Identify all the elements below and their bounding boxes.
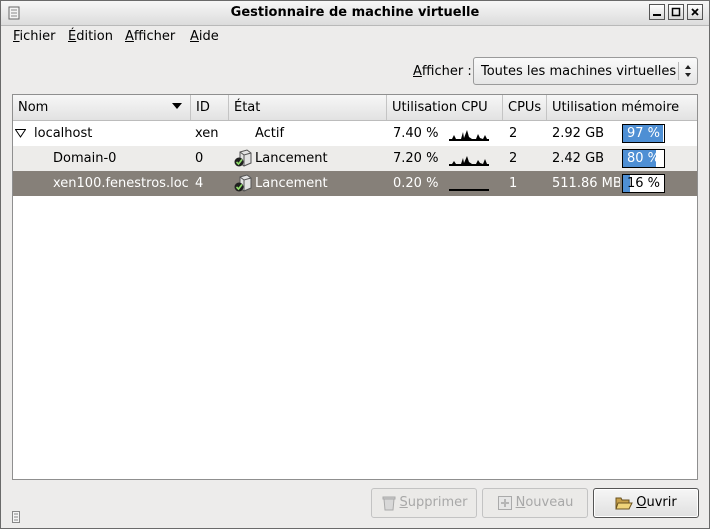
column-header-cpus[interactable]: CPUs [503, 95, 547, 120]
column-label-nom: Nom [18, 100, 49, 115]
row-memory: 511.86 MB [552, 176, 620, 191]
cpu-sparkline [449, 156, 489, 166]
maximize-icon[interactable] [668, 4, 684, 20]
memory-bar: 97 % [622, 124, 665, 143]
combo-separator [678, 62, 679, 80]
column-label-cpus: CPUs [508, 100, 542, 115]
column-header-memoire[interactable]: Utilisation mémoire [547, 95, 697, 120]
new-vm-icon [497, 495, 512, 510]
column-label-id: ID [196, 100, 210, 115]
trash-icon [382, 496, 395, 510]
row-id: 0 [195, 151, 204, 166]
column-label-cpu: Utilisation CPU [392, 100, 488, 115]
menu-aide-label: ide [198, 29, 219, 44]
menu-bar: Fichier Édition Afficher Aide [1, 26, 709, 50]
column-header-id[interactable]: ID [191, 95, 229, 120]
menu-edition-label: dition [76, 29, 113, 44]
cpu-sparkline [449, 189, 489, 191]
row-cpu: 0.20 % [393, 176, 439, 191]
delete-button-accel: S [399, 495, 408, 510]
menu-aide-accel: A [190, 29, 199, 44]
running-vm-icon [234, 174, 252, 192]
menu-edition-accel: É [68, 29, 77, 44]
filter-value: Toutes les machines virtuelles [481, 64, 677, 79]
memory-bar: 80 % [622, 149, 665, 168]
table-row[interactable]: localhost xen Actif 7.40 % 2 2.92 GB 97 … [13, 121, 697, 146]
running-vm-icon [234, 149, 252, 167]
expander-icon[interactable] [15, 129, 26, 138]
menu-afficher-accel: A [125, 29, 134, 44]
row-memory: 2.42 GB [552, 151, 605, 166]
resize-grip-icon[interactable] [12, 511, 20, 523]
column-label-memoire: Utilisation mémoire [552, 100, 680, 115]
row-name: xen100.fenestros.loc [53, 176, 189, 191]
column-header-etat[interactable]: État [229, 95, 387, 120]
menu-fichier[interactable]: Fichier [13, 29, 56, 44]
row-state: Actif [255, 126, 285, 141]
menu-edition[interactable]: Édition [68, 29, 113, 44]
close-icon[interactable] [687, 4, 703, 20]
sort-descending-icon [172, 103, 182, 109]
row-cpu: 7.40 % [393, 126, 439, 141]
row-cpus: 2 [509, 151, 518, 166]
new-button[interactable]: Nouveau [482, 488, 588, 518]
new-button-label: ouveau [525, 495, 574, 510]
combo-arrows-icon [685, 65, 691, 77]
filter-combo[interactable]: Toutes les machines virtuelles [473, 57, 698, 85]
open-button-accel: O [636, 495, 647, 510]
title-bar[interactable]: Gestionnaire de machine virtuelle [1, 1, 709, 26]
column-header-cpu[interactable]: Utilisation CPU [387, 95, 503, 120]
main-window: Gestionnaire de machine virtuelle Fichie… [0, 0, 710, 529]
row-id: 4 [195, 176, 204, 191]
table-row[interactable]: Domain-0 0 Lancement 7.20 % 2 2.42 GB 80… [13, 146, 697, 171]
delete-button-label: upprimer [407, 495, 468, 510]
filter-label-accel: A [413, 64, 422, 79]
row-cpus: 1 [509, 176, 518, 191]
column-header-nom[interactable]: Nom [13, 95, 191, 120]
row-cpus: 2 [509, 126, 518, 141]
filter-label: Afficher : [413, 64, 472, 79]
memory-bar: 16 % [622, 174, 665, 193]
column-label-etat: État [234, 100, 261, 115]
menu-fichier-label: ichier [19, 29, 56, 44]
filter-label-text: fficher : [421, 64, 472, 79]
cpu-sparkline [449, 130, 489, 141]
open-button[interactable]: Ouvrir [593, 488, 699, 518]
row-name: Domain-0 [53, 151, 117, 166]
table-header: Nom ID État Utilisation CPU CPUs Utilisa… [13, 95, 697, 121]
new-button-accel: N [515, 495, 526, 510]
table-row-selected[interactable]: xen100.fenestros.loc 4 Lancement 0.20 % … [13, 171, 697, 196]
memory-percent: 16 % [626, 176, 661, 191]
row-state: Lancement [255, 151, 328, 166]
minimize-icon[interactable] [649, 4, 665, 20]
menu-aide[interactable]: Aide [190, 29, 219, 44]
delete-button[interactable]: Supprimer [371, 488, 477, 518]
menu-afficher-label: fficher [133, 29, 176, 44]
open-button-label: uvrir [646, 495, 677, 510]
window-title: Gestionnaire de machine virtuelle [230, 5, 480, 20]
memory-percent: 80 % [626, 151, 661, 166]
folder-open-icon [615, 497, 634, 509]
row-memory: 2.92 GB [552, 126, 605, 141]
vm-table[interactable]: Nom ID État Utilisation CPU CPUs Utilisa… [12, 94, 698, 480]
row-name: localhost [34, 126, 93, 141]
row-state: Lancement [255, 176, 328, 191]
menu-afficher[interactable]: Afficher [125, 29, 175, 44]
row-cpu: 7.20 % [393, 151, 439, 166]
memory-percent: 97 % [626, 126, 661, 141]
row-id: xen [195, 126, 219, 141]
